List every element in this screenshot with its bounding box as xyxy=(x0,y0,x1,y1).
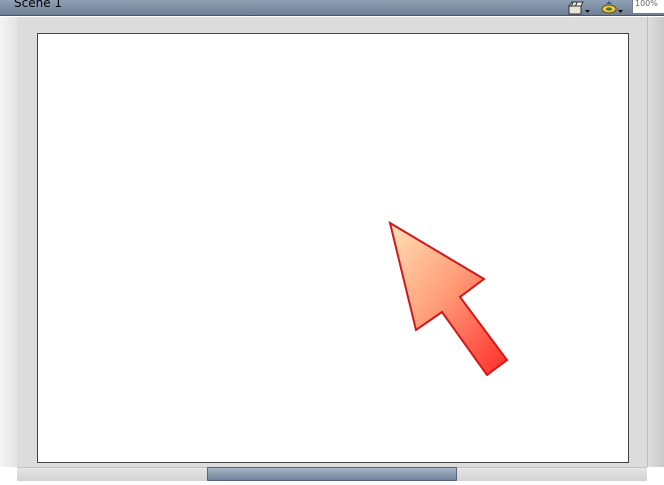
zoom-input[interactable]: 100% xyxy=(632,0,664,14)
scrollbar-thumb[interactable] xyxy=(207,467,457,481)
flash-stage-window: Scene 1 100% xyxy=(0,0,664,485)
shapes-icon[interactable] xyxy=(600,0,626,16)
arrow-graphic[interactable] xyxy=(38,34,629,463)
scene-toolbar: Scene 1 100% xyxy=(0,0,664,16)
stage-canvas[interactable] xyxy=(37,33,629,463)
vertical-scrollbar[interactable] xyxy=(647,17,664,467)
left-gutter xyxy=(0,17,17,467)
clapperboard-icon[interactable] xyxy=(566,0,592,16)
scene-label[interactable]: Scene 1 xyxy=(14,0,62,10)
